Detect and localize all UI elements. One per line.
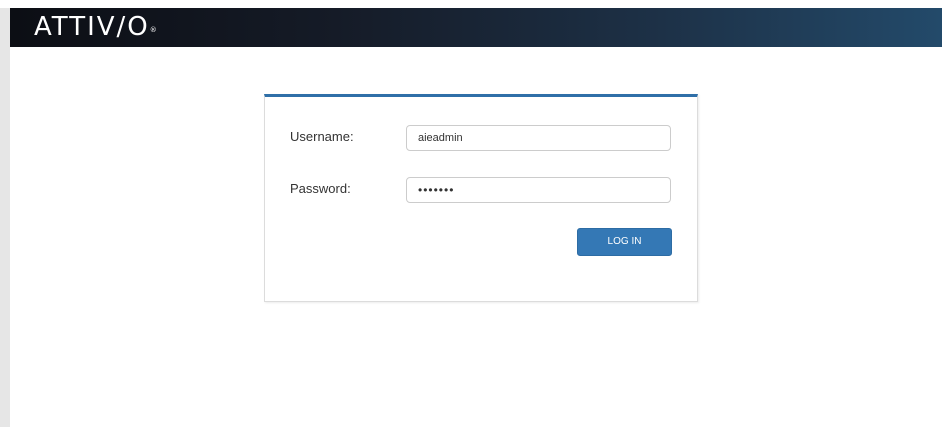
login-panel: Username: Password: LOG IN: [264, 94, 698, 302]
main-content: Username: Password: LOG IN: [10, 47, 942, 427]
top-strip: [0, 0, 942, 8]
password-input[interactable]: [406, 177, 671, 203]
attivio-logo: ATTIV/O®: [34, 12, 157, 42]
registered-mark: ®: [149, 26, 157, 34]
password-label: Password:: [290, 181, 351, 196]
login-button[interactable]: LOG IN: [577, 228, 672, 256]
username-input[interactable]: [406, 125, 671, 151]
left-edge: [0, 8, 10, 427]
app-header: ATTIV/O®: [10, 8, 942, 47]
username-label: Username:: [290, 129, 354, 144]
logo-text: ATTIV/O: [34, 12, 150, 42]
